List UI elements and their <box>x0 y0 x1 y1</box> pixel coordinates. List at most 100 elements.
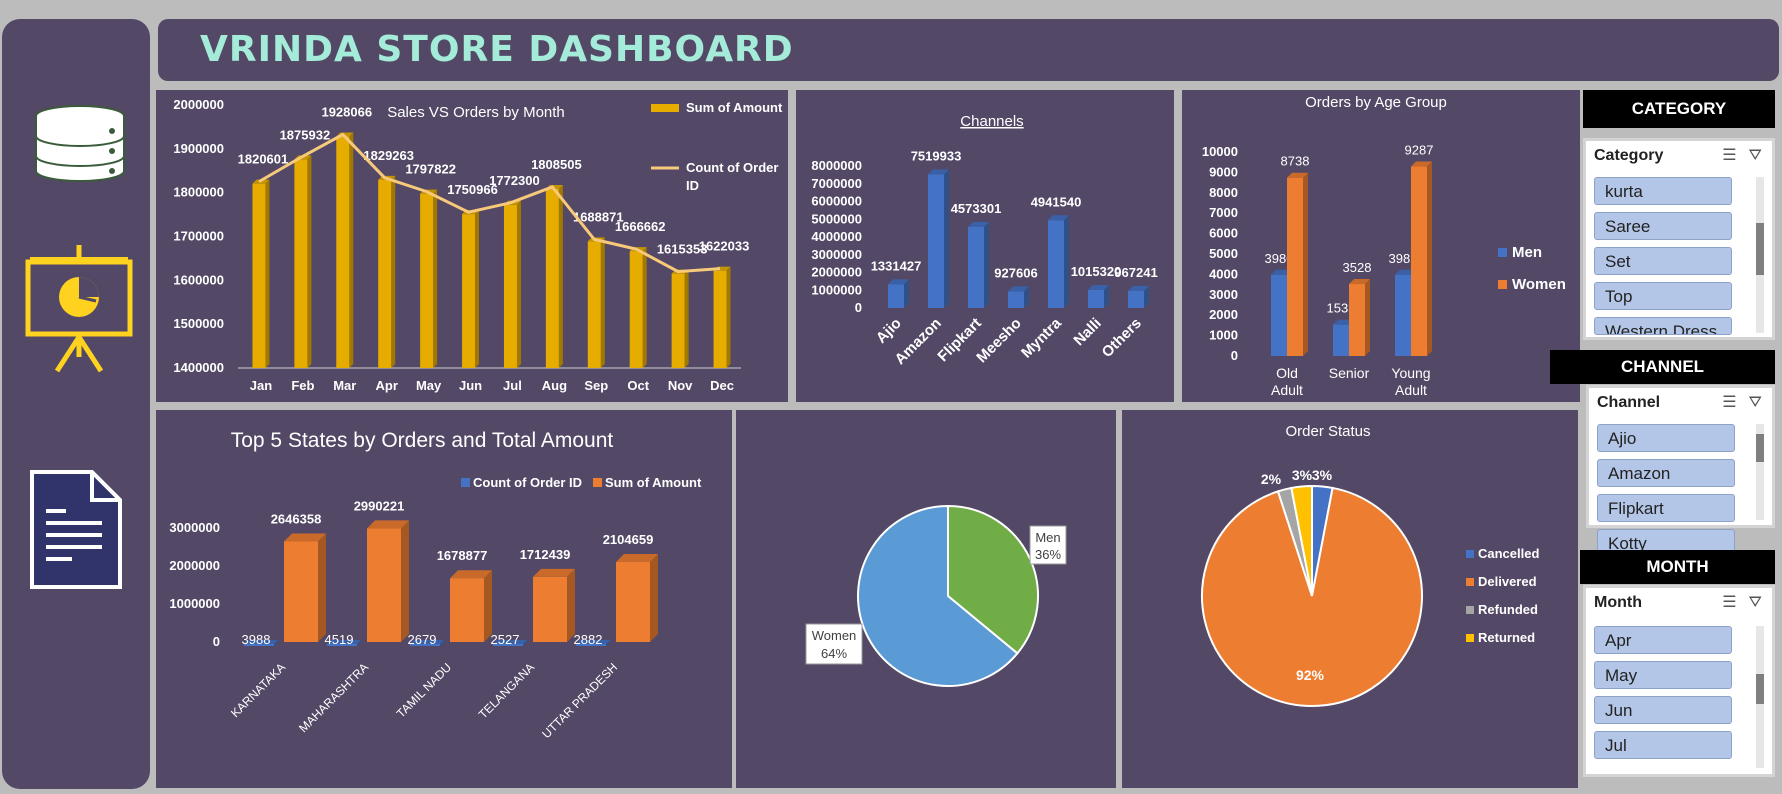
sidebar-icons <box>25 105 133 589</box>
top-states-panel: Top 5 States by Orders and Total Amount 0… <box>156 410 732 788</box>
legend-label: Men <box>1512 244 1542 261</box>
database-icon[interactable] <box>35 105 125 182</box>
slicer-item-western-dress[interactable]: Western Dress <box>1594 317 1732 335</box>
amount-bar <box>284 541 318 642</box>
y-tick-label: 6000000 <box>811 194 862 209</box>
amount-bar <box>713 270 727 368</box>
slice-label: 36% <box>1035 547 1061 562</box>
y-tick-label: 1500000 <box>173 316 224 331</box>
channel-scrollbar[interactable] <box>1756 424 1764 520</box>
x-tick-label: Nalli <box>1070 315 1104 349</box>
amount-bar-side <box>265 179 270 368</box>
legend-swatch-orders <box>461 478 470 487</box>
category-scrollbar[interactable] <box>1756 177 1764 333</box>
slicer-item-ajio[interactable]: Ajio <box>1597 424 1735 452</box>
y-tick-label: 6000 <box>1209 226 1238 241</box>
amount-bar <box>252 183 266 368</box>
multi-select-icon[interactable]: ☰ <box>1722 147 1736 164</box>
amount-bar <box>545 188 559 368</box>
clear-filter-icon[interactable]: ⛛ <box>1749 394 1762 411</box>
chart-title: Top 5 States by Orders and Total Amount <box>231 429 614 452</box>
document-icon[interactable] <box>30 470 122 589</box>
y-tick-label: 1700000 <box>173 229 224 244</box>
legend-label: Women <box>1512 276 1566 293</box>
women-bar-side <box>1427 161 1432 356</box>
women-bar-side <box>1303 172 1308 356</box>
men-bar <box>1333 324 1349 356</box>
channel-bar-side <box>1064 215 1069 308</box>
channel-bar-side <box>984 221 989 308</box>
month-scrollbar[interactable] <box>1756 626 1764 768</box>
amount-bar <box>533 576 567 642</box>
sales-vs-orders-chart: Sales VS Orders by Month 1400000 1500000 16… <box>173 97 783 393</box>
legend-swatch-refunded <box>1466 606 1474 614</box>
slicer-item-jul[interactable]: Jul <box>1594 731 1732 759</box>
data-label: 1808505 <box>531 157 582 172</box>
x-tick-label: Meesho <box>973 315 1025 367</box>
channel-scroll-thumb[interactable] <box>1756 434 1764 462</box>
slicer-item-jun[interactable]: Jun <box>1594 696 1732 724</box>
multi-select-icon[interactable]: ☰ <box>1722 594 1736 611</box>
amount-bar <box>616 562 650 642</box>
amount-bar <box>336 136 350 368</box>
y-tick-label: 2000000 <box>169 558 220 573</box>
gender-pie-panel: Men 36% Women 64% <box>736 410 1116 788</box>
x-tick-label: KARNATAKA <box>228 660 288 720</box>
y-tick-label: 2000 <box>1209 307 1238 322</box>
legend-label: Sum of Amount <box>605 475 702 490</box>
data-label: 9287 <box>1405 143 1434 158</box>
slicer-item-may[interactable]: May <box>1594 661 1732 689</box>
y-tick-label: 1400000 <box>173 360 224 375</box>
x-tick-label: May <box>416 378 442 393</box>
x-tick-label: TELANGANA <box>476 660 537 721</box>
slicer-item-kurta[interactable]: kurta <box>1594 177 1732 205</box>
slicer-item-amazon[interactable]: Amazon <box>1597 459 1735 487</box>
slicer-item-top[interactable]: Top <box>1594 282 1732 310</box>
y-tick-label: 1000000 <box>811 282 862 297</box>
channel-bar <box>1088 289 1104 308</box>
amount-bar <box>629 251 643 368</box>
amount-bar-side <box>726 266 731 368</box>
legend-swatch-amount <box>651 104 679 112</box>
channel-slicer-title: Channel <box>1597 394 1661 411</box>
x-tick-label: Mar <box>333 378 356 393</box>
legend-swatch-men <box>1498 248 1507 257</box>
amount-bar-side <box>318 533 326 642</box>
slicer-item-set[interactable]: Set <box>1594 247 1732 275</box>
women-bar <box>1349 284 1365 356</box>
multi-select-icon[interactable]: ☰ <box>1722 394 1736 411</box>
y-tick-label: 7000 <box>1209 205 1238 220</box>
legend-swatch-amount <box>593 478 602 487</box>
slicer-item-apr[interactable]: Apr <box>1594 626 1732 654</box>
month-scroll-thumb[interactable] <box>1756 674 1764 704</box>
data-label: 7519933 <box>911 149 962 164</box>
slicer-toolbar: ☰ ⛛ <box>1710 592 1762 612</box>
clear-filter-icon[interactable]: ⛛ <box>1749 594 1762 611</box>
category-scroll-thumb[interactable] <box>1756 223 1764 275</box>
slicer-toolbar: ☰ ⛛ <box>1710 145 1762 165</box>
data-label: 1331427 <box>871 258 922 273</box>
slicer-item-flipkart[interactable]: Flipkart <box>1597 494 1735 522</box>
y-tick-label: 7000000 <box>811 176 862 191</box>
data-label: 3988 <box>242 632 271 647</box>
legend-label: Count of Order ID <box>473 475 582 490</box>
slice-label: 64% <box>821 646 847 661</box>
presentation-icon[interactable] <box>25 245 133 373</box>
data-label: 2527 <box>491 632 520 647</box>
channel-bar <box>968 226 984 308</box>
sidebar <box>2 19 150 789</box>
data-label: 1712439 <box>520 547 571 562</box>
amount-bar <box>671 273 685 368</box>
y-tick-label: 9000 <box>1209 164 1238 179</box>
slicer-item-saree[interactable]: Saree <box>1594 212 1732 240</box>
legend-label: Returned <box>1478 630 1535 645</box>
women-bar <box>1287 177 1303 356</box>
x-tick-label: Adult <box>1395 382 1427 398</box>
x-tick-label: Oct <box>627 378 649 393</box>
x-tick-label: MAHARASHTRA <box>296 660 371 735</box>
x-tick-label: Senior <box>1329 365 1370 381</box>
x-tick-label: Ajio <box>873 315 905 347</box>
y-tick-label: 3000000 <box>811 247 862 262</box>
clear-filter-icon[interactable]: ⛛ <box>1749 147 1762 164</box>
y-tick-label: 2000000 <box>811 265 862 280</box>
